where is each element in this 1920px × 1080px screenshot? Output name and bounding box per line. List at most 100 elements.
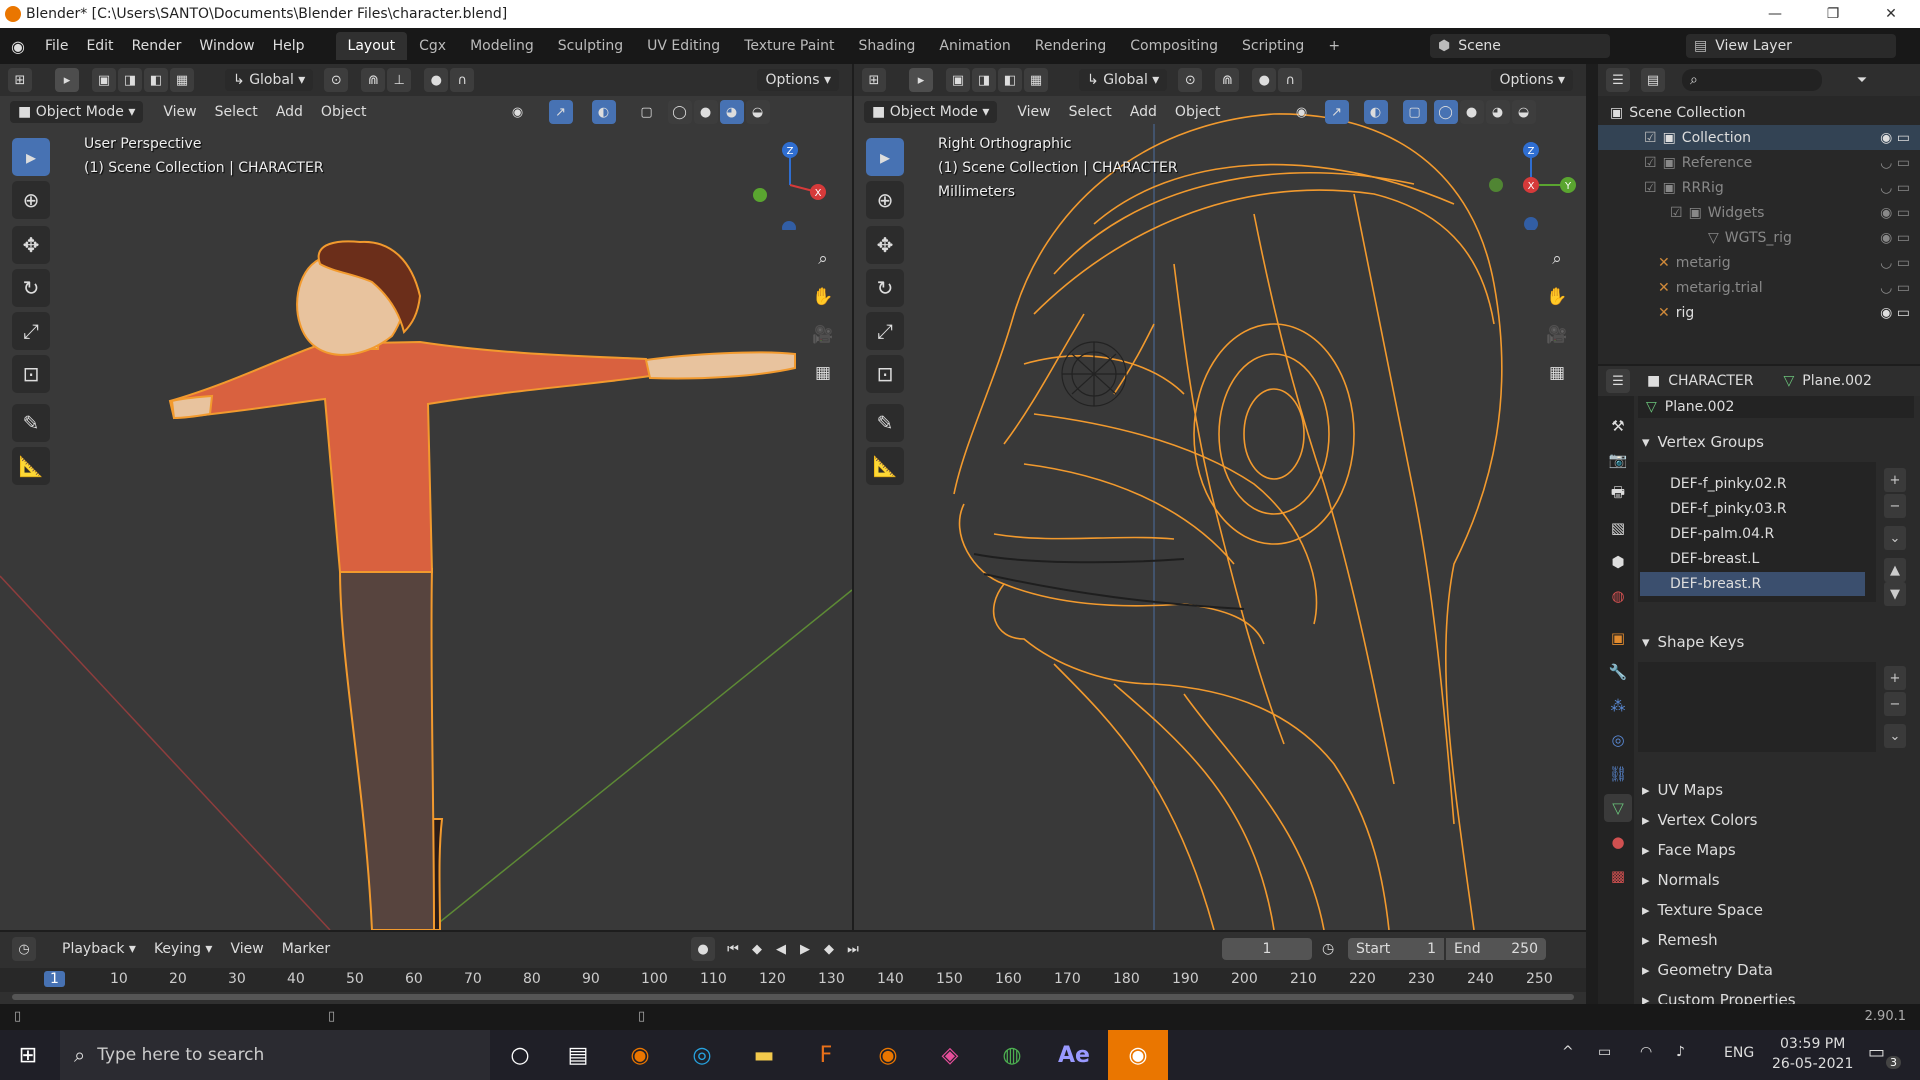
viewport-menu-select-right[interactable]: Select [1060, 104, 1121, 120]
viewport-menu-select[interactable]: Select [206, 104, 267, 120]
battery-icon[interactable]: ▭ [1598, 1044, 1611, 1060]
navigation-gizmo[interactable]: Z X [745, 140, 835, 230]
custom-properties-section[interactable]: ▸ Custom Properties [1634, 986, 1920, 1006]
workspace-tab-cgx[interactable]: Cgx [407, 32, 458, 60]
remove-shape-key-button[interactable]: − [1884, 692, 1906, 716]
shading-solid-icon-right[interactable]: ● [1459, 100, 1484, 124]
xray-toggle-icon[interactable]: ▢ [635, 100, 659, 124]
options-dropdown[interactable]: Options ▾ [757, 69, 839, 91]
vertex-group-specials-button[interactable]: ⌄ [1884, 526, 1906, 550]
particles-tab-icon[interactable]: ⁂ [1604, 692, 1632, 720]
proportional-edit-icon[interactable]: ● [424, 68, 449, 92]
pivot-point-icon[interactable]: ⊙ [324, 68, 349, 92]
wireframe-head-model[interactable] [953, 113, 1503, 930]
menu-file[interactable]: File [36, 38, 77, 54]
hidden-eye-icon[interactable]: ◡ ▭ [1880, 280, 1910, 296]
workspace-tab-layout[interactable]: Layout [335, 32, 408, 60]
mesh-data-field[interactable]: ▽ Plane.002 [1638, 396, 1914, 418]
add-vertex-group-button[interactable]: + [1884, 468, 1906, 492]
select-subtract-icon[interactable]: ◧ [144, 68, 168, 92]
outliner-row-collection[interactable]: ☑ ▣ Collection ◉ ▭ [1598, 125, 1920, 150]
shading-material-icon-right[interactable]: ◕ [1485, 100, 1510, 124]
outliner-row-rig[interactable]: ✕ rig ◉ ▭ [1598, 300, 1920, 325]
vertex-group-item[interactable]: DEF-breast.L [1640, 547, 1865, 571]
left-3d-viewport[interactable]: ⊞ ▸ ▣ ◨ ◧ ▦ ↳ Global ▾ ⊙ ⋒ ⊥ ● ∩ Options… [0, 64, 852, 930]
outliner-row-metarig-trial[interactable]: ✕ metarig.trial ◡ ▭ [1598, 275, 1920, 300]
editor-type-icon[interactable]: ⊞ [8, 68, 32, 92]
workspace-tab-compositing[interactable]: Compositing [1118, 32, 1230, 60]
camera-view-icon-right[interactable]: 🎥 [1542, 320, 1572, 350]
close-button[interactable]: ✕ [1862, 0, 1920, 28]
blender-app-icon[interactable]: ◉ [618, 1035, 662, 1075]
right-3d-viewport[interactable]: ⊞ ▸ ▣ ◨ ◧ ▦ ↳ Global ▾ ⊙ ⋒ ● ∩ Options ▾… [854, 64, 1586, 930]
object-mode-dropdown-right[interactable]: ■ Object Mode ▾ [864, 101, 998, 123]
shading-material-icon[interactable]: ◕ [719, 100, 744, 124]
pan-hand-icon[interactable]: ✋ [808, 282, 838, 312]
timeline-menu-view[interactable]: View [221, 941, 272, 957]
rotate-tool-icon[interactable]: ↻ [12, 269, 50, 307]
viewport-menu-object-right[interactable]: Object [1166, 104, 1230, 120]
texture-tab-icon[interactable]: ▩ [1604, 862, 1632, 890]
show-hidden-icons-icon[interactable]: ^ [1562, 1044, 1574, 1060]
snap-icon[interactable]: ⋒ [361, 68, 386, 92]
shading-rendered-icon[interactable]: ◒ [745, 100, 770, 124]
vertex-group-item[interactable]: DEF-f_pinky.03.R [1640, 497, 1865, 521]
normals-section[interactable]: ▸ Normals [1634, 866, 1920, 894]
cortana-icon[interactable]: ○ [498, 1035, 542, 1075]
shading-wireframe-icon[interactable]: ◯ [667, 100, 692, 124]
visibility-eye-icon[interactable]: ◉ ▭ [1880, 230, 1910, 246]
scene-selector[interactable]: ⬢ Scene [1430, 34, 1610, 58]
select-extend-icon[interactable]: ◨ [118, 68, 142, 92]
checkbox-icon[interactable]: ☑ [1670, 205, 1683, 221]
timeline-scrollbar[interactable] [12, 994, 1574, 1000]
workspace-tab-texture-paint[interactable]: Texture Paint [732, 32, 846, 60]
move-down-button[interactable]: ▼ [1884, 582, 1906, 606]
zoom-icon[interactable]: ⌕ [808, 244, 838, 274]
checkbox-icon[interactable]: ☑ [1644, 180, 1657, 196]
timeline-menu-marker[interactable]: Marker [273, 941, 339, 957]
gizmo-neg-y-icon[interactable] [753, 188, 767, 202]
scale-tool-icon-right[interactable]: ⤢ [866, 312, 904, 350]
blender-app-icon-2[interactable]: ◉ [866, 1035, 910, 1075]
ortho-grid-icon-right[interactable]: ▦ [1542, 358, 1572, 388]
start-frame-field[interactable]: Start 1 [1348, 938, 1444, 960]
annotate-tool-icon-right[interactable]: ✎ [866, 404, 904, 442]
options-dropdown-right[interactable]: Options ▾ [1491, 69, 1573, 91]
add-shape-key-button[interactable]: + [1884, 666, 1906, 690]
overlays-toggle-icon-right[interactable]: ◐ [1363, 100, 1388, 124]
measure-tool-icon-right[interactable]: 📐 [866, 447, 904, 485]
record-icon[interactable]: ● [691, 937, 715, 961]
outliner-search-input[interactable]: ⌕ [1682, 69, 1822, 91]
outliner-row-reference[interactable]: ☑ ▣ Reference ◡ ▭ [1598, 150, 1920, 175]
play-icon[interactable]: ▶ [793, 937, 817, 961]
select-box-tool-icon-right[interactable]: ▸ [866, 138, 904, 176]
select-intersect-icon[interactable]: ▦ [170, 68, 194, 92]
object-tab-icon[interactable]: ▣ [1604, 624, 1632, 652]
transform-orientation-dropdown-right[interactable]: ↳ Global ▾ [1079, 69, 1168, 91]
navigation-gizmo-right[interactable]: Z Y X [1484, 140, 1578, 230]
data-tab-icon[interactable]: ▽ [1604, 794, 1632, 822]
physics-tab-icon[interactable]: ◎ [1604, 726, 1632, 754]
outliner-row-rrrig[interactable]: ☑ ▣ RRRig ◡ ▭ [1598, 175, 1920, 200]
xray-toggle-icon-right[interactable]: ▢ [1402, 100, 1427, 124]
menu-render[interactable]: Render [123, 38, 191, 54]
world-tab-icon[interactable]: ◍ [1604, 582, 1632, 610]
visibility-eye-icon-right[interactable]: ◉ [1290, 100, 1314, 124]
workspace-tab-shading[interactable]: Shading [847, 32, 928, 60]
snap-icon-right[interactable]: ⋒ [1215, 68, 1240, 92]
select-new-icon-right[interactable]: ▣ [946, 68, 970, 92]
vertex-group-item-selected[interactable]: DEF-breast.R [1640, 572, 1865, 596]
viewport-menu-add-right[interactable]: Add [1121, 104, 1166, 120]
blender-menu-icon[interactable]: ◉ [0, 37, 36, 56]
remove-vertex-group-button[interactable]: − [1884, 494, 1906, 518]
camera-view-icon[interactable]: 🎥 [808, 320, 838, 350]
falloff-icon[interactable]: ∩ [450, 68, 475, 92]
transform-orientation-dropdown[interactable]: ↳ Global ▾ [225, 69, 314, 91]
workspace-tab-modeling[interactable]: Modeling [458, 32, 546, 60]
workspace-tab-uv-editing[interactable]: UV Editing [635, 32, 732, 60]
select-subtract-icon-right[interactable]: ◧ [998, 68, 1022, 92]
ortho-grid-icon[interactable]: ▦ [808, 358, 838, 388]
blender-active-icon[interactable]: ◉ [1108, 1030, 1168, 1080]
display-mode-icon[interactable]: ▤ [1641, 68, 1665, 92]
clock-date[interactable]: 26-05-2021 [1772, 1056, 1853, 1072]
